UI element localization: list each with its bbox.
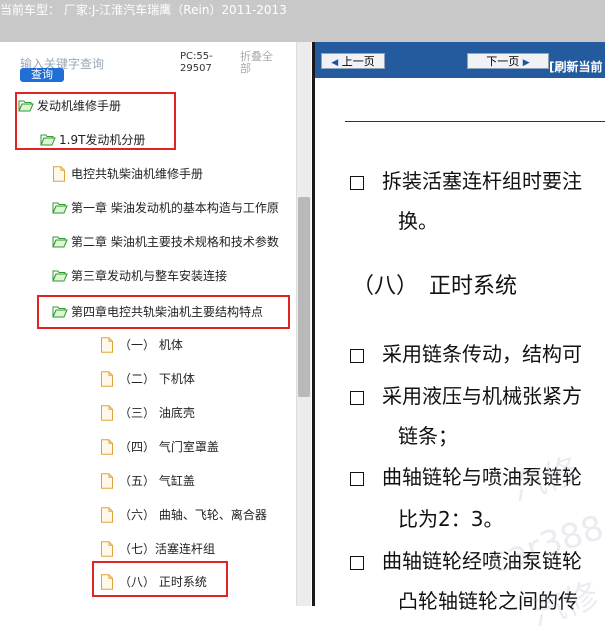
document-icon <box>52 166 68 182</box>
tree-item-label: （四） 气门室罩盖 <box>119 439 219 454</box>
doc-heading: （八） 正时系统 <box>352 274 518 299</box>
scrollbar-thumb[interactable] <box>298 197 310 397</box>
folder-open-icon <box>52 268 68 282</box>
tree-item-label: （七）活塞连杆组 <box>119 541 216 556</box>
refresh-current-link[interactable]: [刷新当前 <box>549 58 603 75</box>
tree-item-section-4[interactable]: （四） 气门室罩盖 <box>100 436 219 456</box>
folder-open-icon <box>52 234 68 248</box>
tree-item-label: （三） 油底壳 <box>119 405 195 420</box>
watermark: 汽修 <box>506 450 584 510</box>
window-title: 当前车型： 厂家:J-江淮汽车瑞鹰（Rein）2011-2013 <box>0 3 287 17</box>
tree-item-label: 第一章 柴油发动机的基本构造与工作原 <box>71 200 279 215</box>
checkbox-bullet-icon <box>350 471 364 486</box>
tree-scrollbar[interactable] <box>296 42 311 606</box>
tree-item-label: （一） 机体 <box>119 337 183 352</box>
document-icon <box>100 405 116 421</box>
search-button[interactable]: 查询 <box>20 68 64 82</box>
arrow-right-icon: ▶ <box>522 58 530 68</box>
prev-page-button[interactable]: ◀ 上一页 <box>321 53 385 69</box>
tree-item-section-6[interactable]: （六） 曲轴、飞轮、离合器 <box>100 504 267 524</box>
tree-item-ecu-rail-manual[interactable]: 电控共轨柴油机维修手册 <box>52 163 203 183</box>
title-bar: 当前车型： 厂家:J-江淮汽车瑞鹰（Rein）2011-2013 <box>0 0 605 42</box>
tree-item-label: （六） 曲轴、飞轮、离合器 <box>119 507 267 522</box>
folder-open-icon <box>52 200 68 214</box>
prev-page-label: 上一页 <box>341 55 375 68</box>
collapse-all-button[interactable]: 折叠全部 <box>240 51 280 75</box>
tree-item-section-7[interactable]: （七）活塞连杆组 <box>100 538 215 558</box>
document-icon <box>100 337 116 353</box>
document-icon <box>100 541 116 557</box>
next-page-label: 下一页 <box>486 55 520 68</box>
tree-item-section-1[interactable]: （一） 机体 <box>100 334 183 354</box>
pc-code: PC:55-29507 <box>180 51 213 74</box>
highlight-box <box>92 561 228 597</box>
document-icon <box>100 507 116 523</box>
doc-line: 拆装活塞连杆组时要注 <box>350 165 582 194</box>
checkbox-bullet-icon <box>350 555 364 570</box>
tree-item-section-5[interactable]: （五） 气缸盖 <box>100 470 195 490</box>
document-icon <box>100 371 116 387</box>
checkbox-bullet-icon <box>350 348 364 363</box>
highlight-box <box>15 92 176 150</box>
document-viewer: ◀ 上一页 下一页 ▶ [刷新当前 拆装活塞连杆组时要注 换。 （八） 正时系统… <box>312 42 605 634</box>
next-page-button[interactable]: 下一页 ▶ <box>467 53 549 69</box>
doc-line: 比为2：3。 <box>398 507 504 531</box>
document-icon <box>100 473 116 489</box>
watermark: 汽修 <box>526 575 604 635</box>
tree-item-label: 电控共轨柴油机维修手册 <box>71 166 204 181</box>
document-icon <box>100 439 116 455</box>
tree-item-label: 第二章 柴油机主要技术规格和技术参数 <box>71 234 279 249</box>
tree-item-section-2[interactable]: （二） 下机体 <box>100 368 195 388</box>
tree-item-chapter-2[interactable]: 第二章 柴油机主要技术规格和技术参数 <box>52 231 279 251</box>
tree-item-chapter-3[interactable]: 第三章发动机与整车安装连接 <box>52 265 227 285</box>
tree-item-section-3[interactable]: （三） 油底壳 <box>100 402 195 422</box>
doc-line: 换。 <box>398 209 438 233</box>
arrow-left-icon: ◀ <box>331 58 339 68</box>
doc-line: 采用链条传动，结构可 <box>350 338 582 367</box>
checkbox-bullet-icon <box>350 175 364 190</box>
divider <box>345 121 605 122</box>
highlight-box <box>37 295 290 329</box>
doc-line: 采用液压与机械张紧方 <box>350 380 582 409</box>
checkbox-bullet-icon <box>350 390 364 405</box>
doc-line: 链条； <box>398 424 458 448</box>
tree-item-label: （五） 气缸盖 <box>119 473 195 488</box>
tree-item-label: （二） 下机体 <box>119 371 195 386</box>
tree-item-label: 第三章发动机与整车安装连接 <box>71 268 228 283</box>
page-nav-bar: ◀ 上一页 下一页 ▶ [刷新当前 <box>315 42 605 78</box>
tree-item-chapter-1[interactable]: 第一章 柴油发动机的基本构造与工作原 <box>52 197 279 217</box>
